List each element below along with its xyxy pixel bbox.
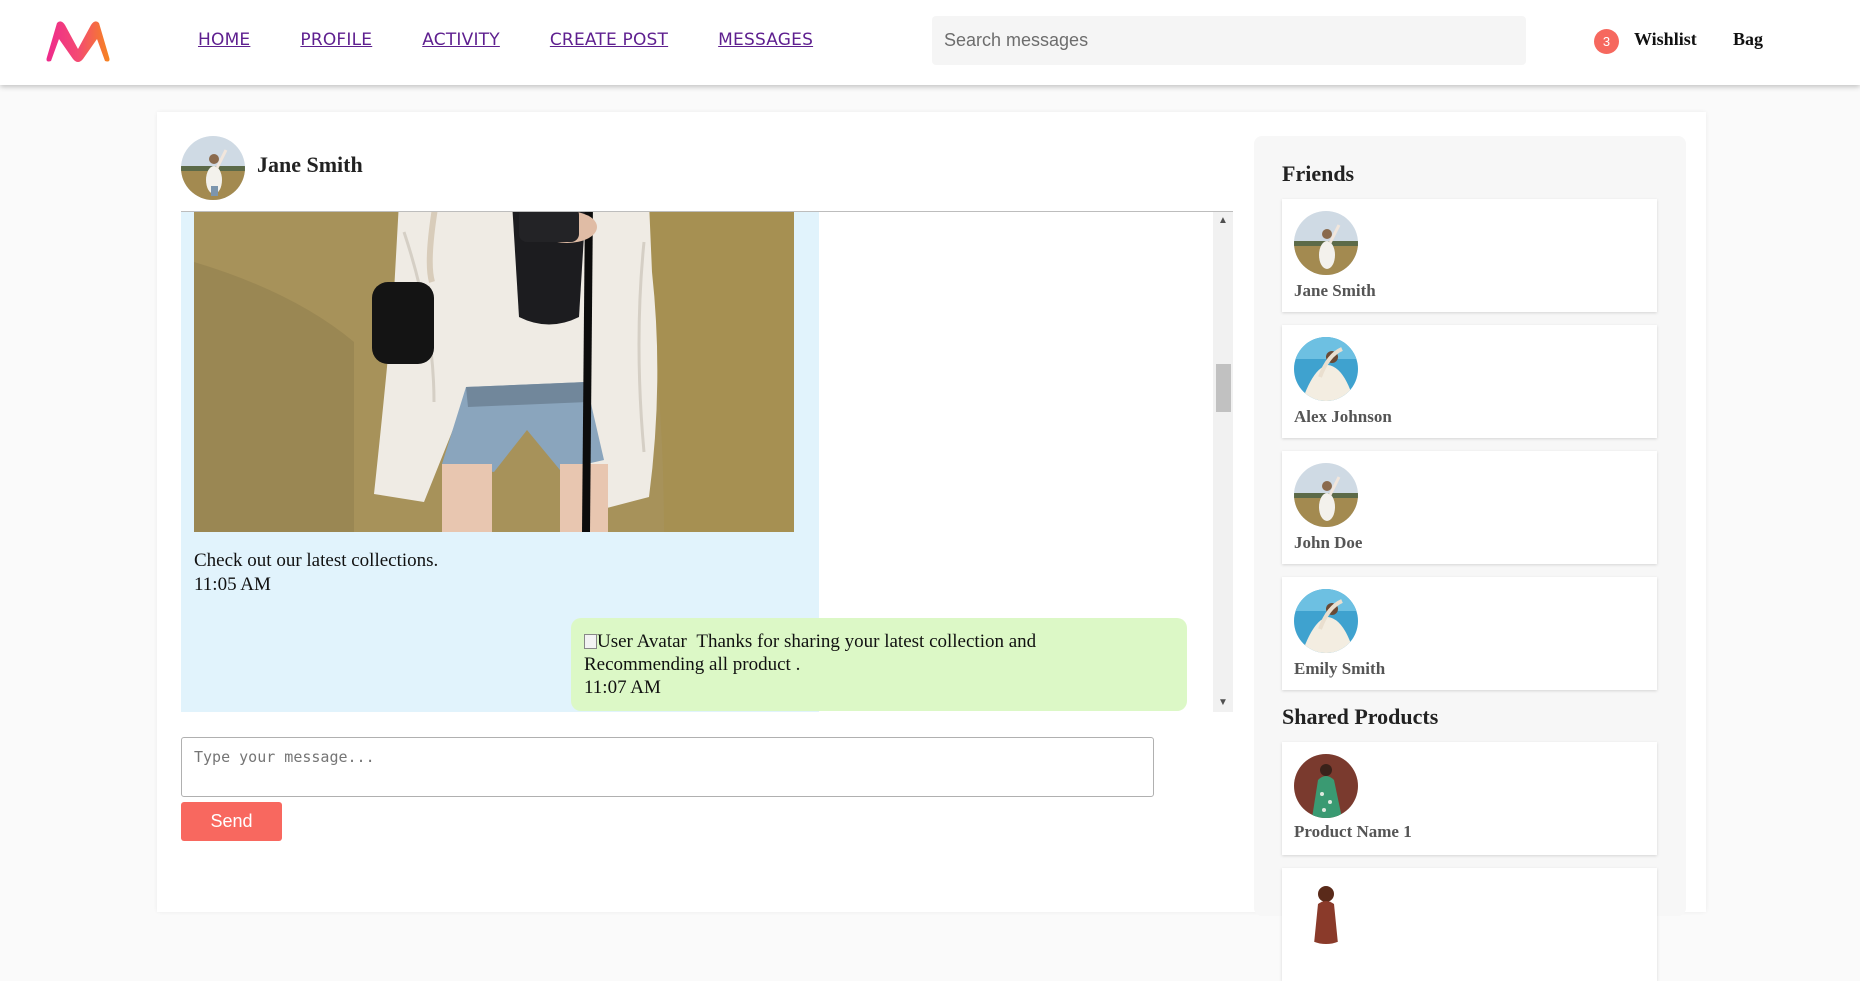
product-card[interactable]	[1282, 868, 1657, 981]
friend-avatar	[1294, 589, 1358, 653]
chat-contact-avatar	[181, 136, 245, 200]
broken-image-icon	[584, 634, 597, 649]
friends-heading: Friends	[1282, 161, 1355, 186]
nav-messages-link[interactable]: MESSAGES	[718, 30, 813, 50]
myntra-logo-icon[interactable]	[45, 19, 111, 63]
friend-card[interactable]: John Doe	[1282, 451, 1657, 564]
main-nav: HOME PROFILE ACTIVITY CREATE POST MESSAG…	[198, 30, 813, 50]
product-name: Product Name 1	[1294, 822, 1412, 841]
friend-avatar	[1294, 463, 1358, 527]
shared-products-heading: Shared Products	[1282, 704, 1439, 729]
friend-name: John Doe	[1294, 533, 1363, 552]
friend-card[interactable]: Alex Johnson	[1282, 325, 1657, 438]
message-input[interactable]	[181, 737, 1154, 797]
send-button[interactable]: Send	[181, 802, 282, 841]
top-header: HOME PROFILE ACTIVITY CREATE POST MESSAG…	[0, 0, 1860, 85]
friend-name: Emily Smith	[1294, 659, 1386, 678]
incoming-message-time: 11:05 AM	[194, 574, 271, 595]
outgoing-message-time: 11:07 AM	[584, 677, 661, 698]
scrollbar-thumb[interactable]	[1216, 364, 1231, 412]
outgoing-message-line1: User Avatar Thanks for sharing your late…	[584, 630, 1036, 653]
message-list[interactable]: Check out our latest collections. 11:05 …	[181, 211, 1233, 712]
friend-avatar	[1294, 337, 1358, 401]
user-avatar-alt-text: User Avatar	[597, 631, 687, 652]
product-thumbnail	[1294, 880, 1358, 944]
incoming-message-text: Check out our latest collections.	[194, 550, 439, 571]
outgoing-message-text: Thanks for sharing your latest collectio…	[696, 631, 1037, 652]
scroll-down-arrow-icon[interactable]: ▼	[1213, 694, 1233, 712]
friend-card[interactable]: Emily Smith	[1282, 577, 1657, 690]
scroll-up-arrow-icon[interactable]: ▲	[1213, 212, 1233, 230]
friend-name: Jane Smith	[1294, 281, 1376, 300]
nav-home-link[interactable]: HOME	[198, 30, 250, 50]
friend-name: Alex Johnson	[1294, 407, 1392, 426]
chat-contact-name: Jane Smith	[257, 152, 363, 177]
product-card[interactable]: Product Name 1	[1282, 742, 1657, 855]
outgoing-message-line2: Recommending all product .	[584, 654, 801, 675]
nav-create-post-link[interactable]: CREATE POST	[550, 30, 668, 50]
chat-scrollbar[interactable]: ▲ ▼	[1213, 212, 1233, 712]
search-input[interactable]	[932, 16, 1526, 65]
wishlist-link[interactable]: Wishlist	[1634, 29, 1697, 50]
friend-avatar	[1294, 211, 1358, 275]
outgoing-message: User Avatar Thanks for sharing your late…	[571, 618, 1187, 711]
nav-activity-link[interactable]: ACTIVITY	[422, 30, 500, 50]
shared-photo-image	[194, 212, 794, 532]
product-thumbnail	[1294, 754, 1358, 818]
bag-link[interactable]: Bag	[1733, 29, 1763, 50]
friend-card[interactable]: Jane Smith	[1282, 199, 1657, 312]
nav-profile-link[interactable]: PROFILE	[300, 30, 372, 50]
wishlist-count-badge: 3	[1594, 29, 1619, 54]
